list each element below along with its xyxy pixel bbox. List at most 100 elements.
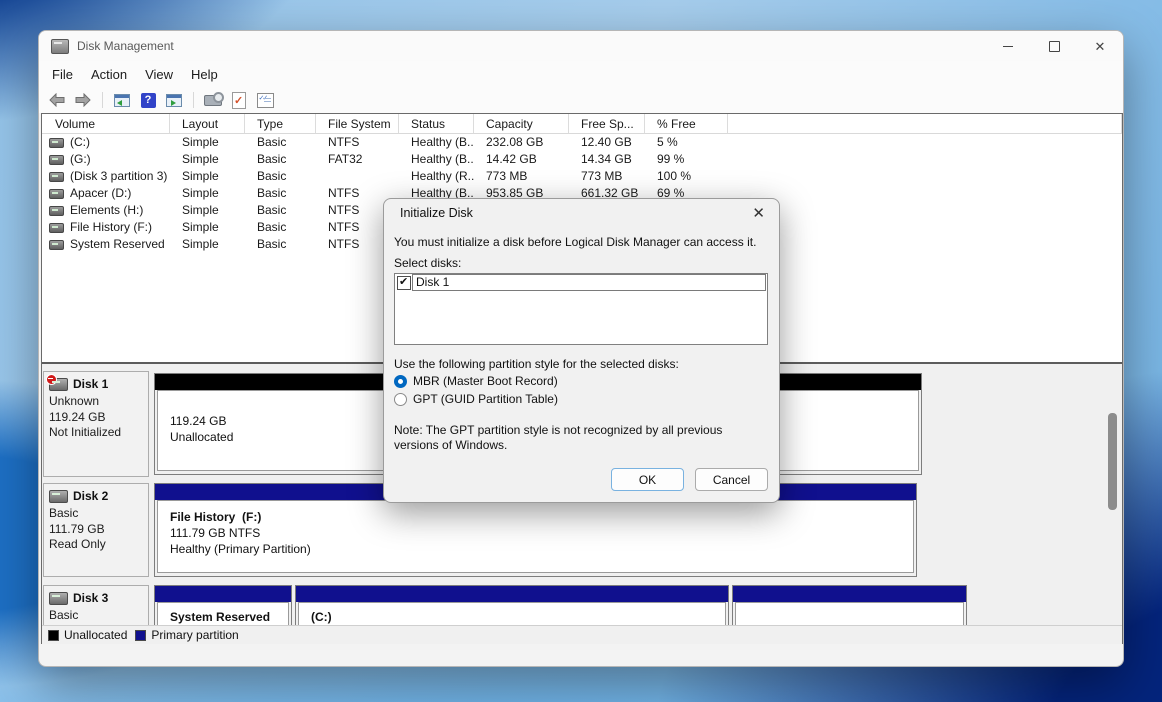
mbr-radio-row[interactable]: MBR (Master Boot Record): [394, 374, 558, 388]
disk-name: Disk 1: [73, 377, 108, 391]
volume-icon: [49, 172, 64, 182]
menu-help[interactable]: Help: [182, 64, 227, 85]
disk-error-icon: [49, 378, 68, 391]
column-header-pct-free[interactable]: % Free: [645, 114, 728, 134]
gpt-radio-label: GPT (GUID Partition Table): [413, 392, 558, 406]
mbr-radio[interactable]: [394, 375, 407, 388]
disk-size: 119.24 GB: [49, 410, 144, 426]
disk-type: Basic: [49, 608, 144, 624]
partition-status: Healthy (Primary Partition): [158, 541, 913, 557]
disk-list-item[interactable]: Disk 1: [395, 274, 767, 291]
menu-file[interactable]: File: [43, 64, 82, 85]
primary-partition-bar: [296, 586, 728, 602]
volume-free-space: 12.40 GB: [569, 134, 645, 151]
volume-name: System Reserved: [70, 236, 165, 253]
disk-icon: [49, 490, 68, 503]
column-header-file-system[interactable]: File System: [316, 114, 399, 134]
column-header-volume[interactable]: Volume: [42, 114, 170, 134]
menu-view[interactable]: View: [136, 64, 182, 85]
dialog-close-icon[interactable]: ✕: [752, 204, 765, 222]
disk3-partition-system-reserved[interactable]: System Reserved: [154, 585, 292, 625]
column-header-status[interactable]: Status: [399, 114, 474, 134]
disk3-partition-c[interactable]: (C:): [295, 585, 729, 625]
back-icon[interactable]: [47, 90, 67, 110]
volume-layout: Simple: [170, 202, 245, 219]
volume-status: Healthy (R...: [399, 168, 474, 185]
volume-name: (C:): [70, 134, 90, 151]
volume-type: Basic: [245, 202, 316, 219]
volume-name: (Disk 3 partition 3): [70, 168, 167, 185]
properties-icon[interactable]: [255, 90, 275, 110]
minimize-button[interactable]: [985, 31, 1031, 61]
volume-capacity: 773 MB: [474, 168, 569, 185]
check-disk-icon[interactable]: [229, 90, 249, 110]
volume-row[interactable]: (Disk 3 partition 3) Simple Basic Health…: [42, 168, 1122, 185]
disk-status: Not Initialized: [49, 425, 144, 441]
menu-action[interactable]: Action: [82, 64, 136, 85]
disk-status: Read Only: [49, 537, 144, 553]
volume-pct-free: 5 %: [645, 134, 728, 151]
column-header-layout[interactable]: Layout: [170, 114, 245, 134]
toolbar-separator: [102, 92, 103, 108]
volume-name: (G:): [70, 151, 91, 168]
disk-name: Disk 3: [73, 591, 108, 605]
cancel-button[interactable]: Cancel: [695, 468, 768, 491]
show-action-pane-icon[interactable]: [164, 90, 184, 110]
volume-row[interactable]: (C:) Simple Basic NTFS Healthy (B... 232…: [42, 134, 1122, 151]
disk3-partition-3[interactable]: [732, 585, 967, 625]
volume-row[interactable]: (G:) Simple Basic FAT32 Healthy (B... 14…: [42, 151, 1122, 168]
volume-name: File History (F:): [70, 219, 152, 236]
legend-primary-label: Primary partition: [151, 628, 238, 642]
volume-type: Basic: [245, 168, 316, 185]
volume-name: Apacer (D:): [70, 185, 131, 202]
forward-icon[interactable]: [73, 90, 93, 110]
vertical-scrollbar-thumb[interactable]: [1108, 413, 1117, 510]
volume-pct-free: 99 %: [645, 151, 728, 168]
window-title: Disk Management: [77, 39, 985, 53]
show-console-tree-icon[interactable]: [112, 90, 132, 110]
unallocated-swatch: [48, 630, 59, 641]
volume-layout: Simple: [170, 185, 245, 202]
column-header-capacity[interactable]: Capacity: [474, 114, 569, 134]
partition-label: (C:): [299, 609, 725, 625]
disk-type: Unknown: [49, 394, 144, 410]
toolbar-separator: [193, 92, 194, 108]
toolbar: ?: [39, 87, 1123, 113]
menu-bar: File Action View Help: [39, 61, 1123, 87]
partition-style-label: Use the following partition style for th…: [394, 357, 679, 371]
legend-unallocated-label: Unallocated: [64, 628, 127, 642]
partition-label: System Reserved: [158, 609, 288, 625]
disk1-header[interactable]: Disk 1 Unknown 119.24 GB Not Initialized: [43, 371, 149, 477]
disk-management-app-icon: [51, 39, 69, 54]
title-bar: Disk Management ✕: [39, 31, 1123, 61]
disk-listbox[interactable]: Disk 1: [394, 273, 768, 345]
disk-icon: [49, 592, 68, 605]
rescan-disks-icon[interactable]: [203, 90, 223, 110]
disk-size: 111.79 GB: [49, 522, 144, 538]
volume-status: Healthy (B...: [399, 151, 474, 168]
disk1-checkbox[interactable]: [397, 276, 411, 290]
disk1-item-label[interactable]: Disk 1: [412, 274, 766, 291]
volume-fs: NTFS: [316, 134, 399, 151]
help-icon[interactable]: ?: [138, 90, 158, 110]
column-header-type[interactable]: Type: [245, 114, 316, 134]
partition-label: File History (F:): [158, 509, 913, 525]
gpt-note: Note: The GPT partition style is not rec…: [394, 423, 754, 453]
volume-icon: [49, 240, 64, 250]
mbr-radio-label: MBR (Master Boot Record): [413, 374, 558, 388]
disk3-header[interactable]: Disk 3 Basic: [43, 585, 149, 625]
volume-icon: [49, 223, 64, 233]
volume-icon: [49, 138, 64, 148]
volume-free-space: 773 MB: [569, 168, 645, 185]
close-button[interactable]: ✕: [1077, 31, 1123, 61]
volume-status: Healthy (B...: [399, 134, 474, 151]
ok-button[interactable]: OK: [611, 468, 684, 491]
gpt-radio-row[interactable]: GPT (GUID Partition Table): [394, 392, 558, 406]
volume-icon: [49, 155, 64, 165]
gpt-radio[interactable]: [394, 393, 407, 406]
disk2-header[interactable]: Disk 2 Basic 111.79 GB Read Only: [43, 483, 149, 577]
maximize-button[interactable]: [1031, 31, 1077, 61]
close-icon: ✕: [1095, 40, 1106, 53]
primary-partition-bar: [733, 586, 966, 602]
column-header-free-space[interactable]: Free Sp...: [569, 114, 645, 134]
